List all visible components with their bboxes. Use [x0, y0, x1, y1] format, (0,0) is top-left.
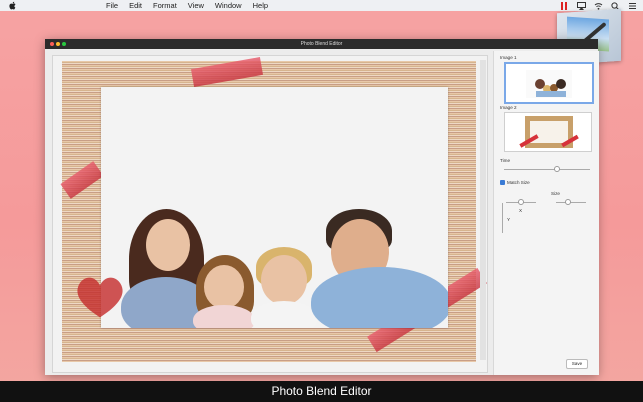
image2-thumbnail[interactable]	[504, 112, 592, 152]
menu-list: File Edit Format View Window Help	[106, 1, 279, 10]
image1-thumbnail[interactable]	[504, 62, 594, 104]
image1-label: Image 1	[500, 55, 517, 60]
size-label: Size	[551, 191, 560, 196]
match-size-checkbox[interactable]	[500, 180, 505, 185]
airplay-icon[interactable]	[577, 1, 586, 10]
size-slider[interactable]	[556, 202, 586, 203]
person-1-face	[146, 219, 190, 271]
list-icon[interactable]	[628, 2, 637, 10]
x-slider-knob[interactable]	[518, 199, 524, 205]
canvas-scrollbar[interactable]	[480, 60, 486, 360]
window-titlebar: Photo Blend Editor	[45, 39, 598, 49]
x-label: X	[519, 208, 523, 213]
person-2-face	[204, 265, 244, 309]
image2-label: Image 2	[500, 105, 517, 110]
apple-icon[interactable]	[9, 1, 17, 10]
menu-file[interactable]: File	[106, 1, 118, 10]
y-label: Y	[507, 217, 511, 222]
caption-bar: Photo Blend Editor	[0, 381, 643, 402]
frame-thumbnail-image	[519, 116, 579, 148]
time-label: Time	[500, 158, 511, 163]
family-photo	[101, 87, 448, 328]
match-size-label: Match Size	[507, 180, 530, 185]
ribbon-left	[60, 161, 104, 199]
menu-edit[interactable]: Edit	[129, 1, 142, 10]
menu-window[interactable]: Window	[215, 1, 242, 10]
record-icon[interactable]	[560, 1, 569, 10]
person-3-face	[261, 255, 307, 305]
family-thumbnail-image	[526, 70, 572, 98]
app-window: Photo Blend Editor Image 1 Image 2 Time …	[45, 39, 599, 375]
person-4-body	[311, 267, 448, 328]
window-title: Photo Blend Editor	[300, 41, 343, 47]
frame-background	[60, 57, 487, 362]
size-slider-knob[interactable]	[565, 199, 571, 205]
menu-view[interactable]: View	[188, 1, 204, 10]
blend-canvas[interactable]	[52, 55, 488, 373]
y-slider[interactable]	[502, 203, 503, 233]
menu-help[interactable]: Help	[253, 1, 268, 10]
menu-format[interactable]: Format	[153, 1, 177, 10]
save-button[interactable]: Save	[566, 359, 588, 369]
menu-bar: File Edit Format View Window Help	[0, 0, 643, 11]
person-2-body	[193, 305, 255, 328]
person-3-body	[251, 301, 317, 328]
heart-decoration	[77, 277, 123, 318]
wifi-icon[interactable]	[594, 2, 603, 10]
status-icons	[560, 1, 637, 10]
time-slider-knob[interactable]	[553, 166, 560, 172]
ribbon-top	[190, 57, 264, 87]
time-slider[interactable]	[504, 169, 590, 170]
settings-panel: Image 1 Image 2 Time Match Size Size X Y	[493, 51, 599, 375]
